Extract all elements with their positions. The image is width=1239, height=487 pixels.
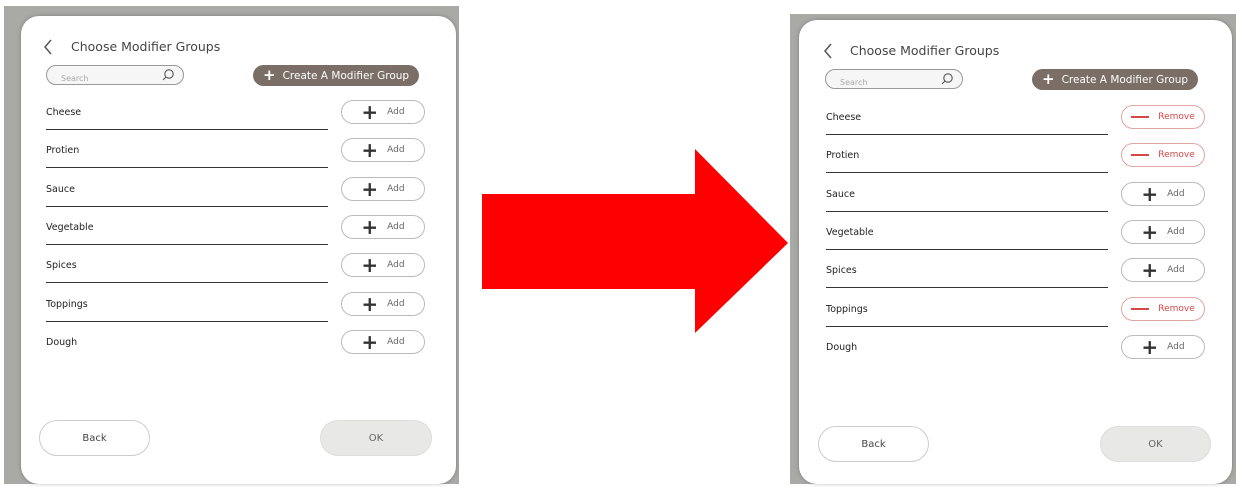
plus-icon: + [1141,258,1159,283]
minus-icon [1131,154,1150,157]
action-label: Add [1167,265,1185,276]
action-label: Add [387,298,405,309]
back-chevron-icon[interactable] [813,40,843,62]
modifier-row-label: Protien [826,150,860,162]
create-modifier-group-button[interactable]: + Create A Modifier Group [1032,69,1199,90]
create-button-label: Create A Modifier Group [1061,73,1189,86]
add-modifier-button[interactable]: + Add [341,138,425,163]
dialog-title: Choose Modifier Groups [850,43,1000,58]
action-label: Add [387,107,405,117]
row-divider [46,243,328,245]
row-divider [826,134,1108,135]
search-icon [162,69,174,81]
ok-button[interactable]: OK [1100,426,1211,462]
add-modifier-button[interactable]: + Add [341,176,425,201]
plus-icon: + [1141,181,1159,206]
back-button[interactable]: Back [818,426,929,462]
plus-icon: + [361,291,379,316]
row-divider [46,320,328,322]
plus-icon: + [361,214,379,239]
search-field[interactable] [825,69,963,92]
search-field[interactable] [46,65,184,88]
add-modifier-button[interactable]: + Add [341,214,425,239]
add-modifier-button[interactable]: + Add [341,329,425,354]
action-label: Add [1167,341,1185,352]
modifier-row-label: Vegetable [826,226,874,238]
add-modifier-button[interactable]: + Add [1121,334,1205,359]
modifier-dialog-before: Choose Modifier Groups + Create A Modifi… [21,16,456,484]
create-modifier-group-button[interactable]: + Create A Modifier Group [253,65,420,86]
plus-icon: + [1141,334,1159,359]
modifier-row-label: Cheese [826,112,862,123]
remove-modifier-button[interactable]: Remove [1121,143,1205,168]
modifier-row-label: Sauce [826,188,855,200]
plus-icon: + [263,66,276,84]
modifier-row-label: Dough [46,336,78,348]
action-label: Add [387,145,405,156]
back-button[interactable]: Back [39,420,150,456]
add-modifier-button[interactable]: + Add [1121,181,1205,206]
modifier-row-label: Vegetable [46,221,94,233]
modifier-row-label: Spices [46,260,77,272]
row-divider [826,172,1108,174]
modifier-row-label: Toppings [46,298,88,310]
action-label: Add [387,260,405,271]
row-divider [46,282,328,284]
search-icon [941,73,953,85]
row-divider [46,129,328,130]
modifier-row-label: Dough [826,341,858,353]
action-label: Add [387,336,405,347]
row-divider [826,287,1108,289]
dialog-title: Choose Modifier Groups [71,39,221,54]
add-modifier-button[interactable]: + Add [1121,258,1205,283]
add-modifier-button[interactable]: + Add [341,253,425,278]
row-divider [826,325,1108,327]
plus-icon: + [361,176,379,201]
plus-icon: + [361,138,379,163]
action-label: Add [1167,188,1185,199]
row-divider [826,210,1108,212]
modifier-row-label: Protien [46,145,80,157]
minus-icon [1131,307,1150,310]
action-label: Add [1167,226,1185,237]
add-modifier-button[interactable]: + Add [1121,219,1205,244]
modifier-row-label: Cheese [46,107,82,118]
action-label: Add [387,183,405,194]
plus-icon: + [1042,70,1055,88]
plus-icon: + [361,329,379,354]
row-divider [826,248,1108,250]
search-input[interactable] [826,73,940,92]
add-modifier-button[interactable]: + Add [341,100,425,124]
action-label: Remove [1158,303,1195,314]
transition-arrow-icon [482,149,788,333]
plus-icon: + [1141,219,1159,244]
action-label: Remove [1158,150,1195,161]
modifier-row-label: Toppings [826,303,868,315]
plus-icon: + [361,253,379,278]
row-divider [46,167,328,169]
modifier-row-label: Spices [826,265,857,277]
modifier-row-label: Sauce [46,183,75,195]
add-modifier-button[interactable]: + Add [341,291,425,316]
back-chevron-icon[interactable] [33,36,63,58]
remove-modifier-button[interactable]: Remove [1121,105,1205,129]
row-divider [46,205,328,207]
create-button-label: Create A Modifier Group [282,69,410,82]
action-label: Remove [1158,112,1195,122]
search-input[interactable] [47,69,161,88]
action-label: Add [387,221,405,232]
plus-icon: + [361,100,379,124]
minus-icon [1131,116,1150,118]
modifier-dialog-after: Choose Modifier Groups + Create A Modifi… [799,20,1232,484]
remove-modifier-button[interactable]: Remove [1121,296,1205,321]
ok-button[interactable]: OK [320,420,432,456]
